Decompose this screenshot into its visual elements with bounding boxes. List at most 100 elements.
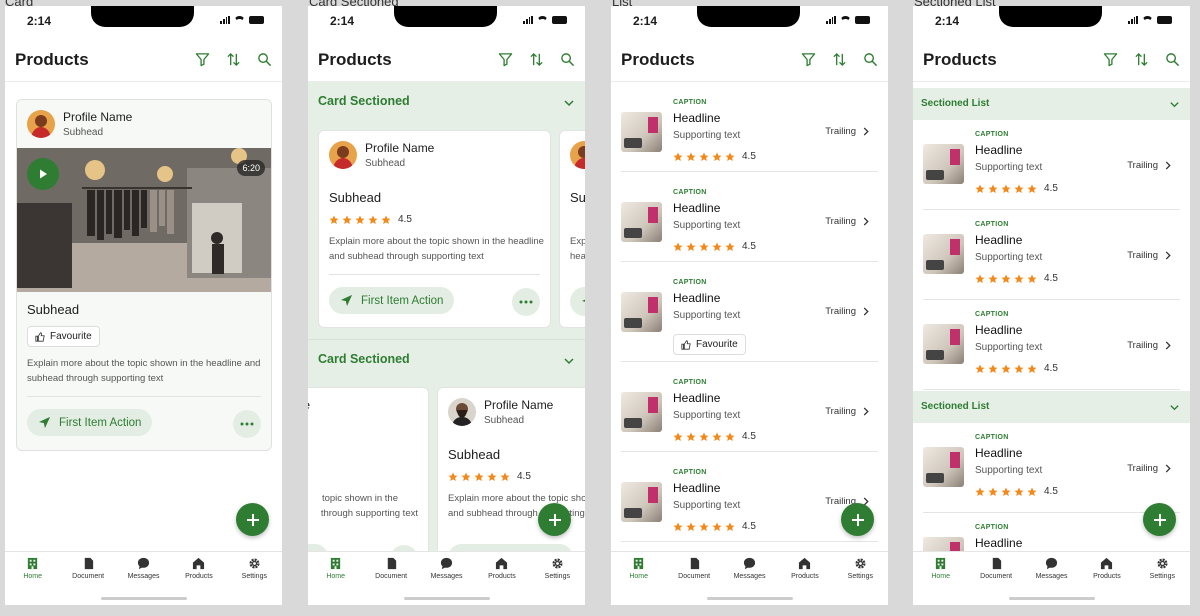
star-icon [1027, 487, 1037, 496]
item-supporting-text: Supporting text [673, 410, 741, 421]
list-item[interactable]: CAPTIONHeadlineSupporting text4.5Trailin… [621, 172, 878, 262]
list-item[interactable]: CAPTION Headline Supporting text Favourite T… [621, 262, 878, 362]
list-item[interactable]: CAPTIONHeadlineSupporting text4.5Trailin… [923, 120, 1180, 210]
add-fab[interactable] [538, 503, 571, 536]
document-icon [690, 557, 699, 570]
item-caption: CAPTION [673, 379, 707, 386]
favourite-chip[interactable]: Favourite [673, 334, 746, 355]
section-header[interactable]: Card Sectioned [308, 339, 585, 379]
add-fab[interactable] [1143, 503, 1176, 536]
tab-settings[interactable]: Settings [833, 552, 888, 605]
card-body-line: Exp [570, 236, 585, 247]
tab-settings[interactable]: Settings [530, 552, 585, 605]
tab-home[interactable]: Home [5, 552, 60, 605]
list: CAPTION Headline Supporting text 4.5 Trailin… [611, 82, 888, 557]
more-button[interactable] [512, 288, 540, 316]
tab-settings[interactable]: Settings [227, 552, 282, 605]
search-icon[interactable] [863, 52, 878, 67]
app-header: Products [611, 36, 888, 82]
section-title: Sectioned List [921, 401, 990, 412]
list-item[interactable]: CAPTIONHeadlineSupporting text4.5Trailin… [923, 300, 1180, 390]
section-card[interactable]: Profile Name Subhead Subhead 4.5 Explain… [318, 130, 551, 328]
item-headline: Headline [975, 323, 1023, 337]
list-item[interactable]: CAPTIONHeadlineSupporting text4.5Trailin… [923, 423, 1180, 513]
thumbnail-image [621, 482, 662, 522]
search-icon[interactable] [1165, 52, 1180, 67]
search-icon[interactable] [560, 52, 575, 67]
notch [394, 6, 497, 27]
chat-icon [743, 557, 756, 570]
section-header[interactable]: Sectioned List [913, 391, 1190, 423]
tab-settings[interactable]: Settings [1135, 552, 1190, 605]
page-title: Products [15, 50, 89, 69]
list-item[interactable]: CAPTIONHeadlineSupporting text4.5Trailin… [923, 210, 1180, 300]
thumbnail-image [621, 202, 662, 242]
favourite-chip[interactable]: Favourite [27, 326, 100, 347]
favourite-label: Favourite [50, 331, 92, 342]
card-body: Explain more about the topic shown in th… [329, 236, 544, 262]
star-icon [686, 522, 696, 531]
search-icon[interactable] [257, 52, 272, 67]
card-subhead: Subhead [27, 302, 80, 317]
section-carousel[interactable]: Profile Name Subhead Subhead 4.5 Explain… [308, 122, 585, 339]
list-item[interactable]: CAPTIONHeadlineSupporting text4.5Trailin… [621, 82, 878, 172]
sort-icon[interactable] [226, 52, 241, 67]
more-button[interactable] [233, 410, 261, 438]
item-headline: Headline [975, 143, 1023, 157]
star-icon [699, 522, 709, 531]
item-supporting-text: Supporting text [975, 252, 1043, 263]
star-icon [975, 184, 985, 193]
duration-badge: 6:20 [237, 160, 265, 176]
rating-value: 4.5 [742, 241, 756, 252]
chat-icon [1045, 557, 1058, 570]
notch [999, 6, 1102, 27]
tab-home[interactable]: Home [308, 552, 363, 605]
star-icon [975, 274, 985, 283]
tab-home[interactable]: Home [913, 552, 968, 605]
profile-subhead: Subhead [365, 158, 406, 169]
sort-icon[interactable] [1134, 52, 1149, 67]
rating: 4.5 [673, 151, 756, 162]
thumbs-up-icon [681, 339, 691, 350]
add-fab[interactable] [841, 503, 874, 536]
rating: 4.5 [673, 241, 756, 252]
filter-icon[interactable] [801, 52, 816, 67]
wifi-icon [234, 16, 245, 24]
star-icon [725, 242, 735, 251]
filter-icon[interactable] [195, 52, 210, 67]
section-card-partial[interactable]: e topic shown in the through supporting … [308, 387, 429, 557]
section-header[interactable]: Card Sectioned [308, 82, 585, 122]
filter-icon[interactable] [1103, 52, 1118, 67]
star-icon [686, 152, 696, 161]
first-action-button[interactable]: First Item Action [27, 409, 153, 436]
filter-icon[interactable] [498, 52, 513, 67]
card-body-line: topic shown in the [321, 493, 398, 504]
send-icon [581, 299, 585, 302]
signal-icon [220, 16, 230, 24]
rating: 4.5 [673, 431, 756, 442]
play-button[interactable] [27, 158, 59, 190]
first-action-button[interactable]: First Item Action [329, 287, 455, 314]
star-icon [673, 522, 683, 531]
tab-home[interactable]: Home [611, 552, 666, 605]
product-card[interactable]: Profile Name Subhead 6:20 Subhead Favour… [16, 99, 272, 451]
rating: 4.5 [975, 363, 1058, 374]
sort-icon[interactable] [529, 52, 544, 67]
first-action-button[interactable] [570, 287, 585, 316]
add-fab[interactable] [236, 503, 269, 536]
star-icon [712, 432, 722, 441]
chevron-right-icon [1165, 341, 1171, 350]
sort-icon[interactable] [832, 52, 847, 67]
list-item[interactable]: CAPTIONHeadlineSupporting text4.5Trailin… [621, 452, 878, 542]
section-card-partial[interactable]: Su Exp hea [559, 130, 585, 328]
building-icon [936, 557, 946, 570]
rating: 4.5 [975, 486, 1058, 497]
plus-icon [851, 513, 864, 526]
section-header[interactable]: Sectioned List [913, 88, 1190, 120]
phone-sectioned-list: 2:14 Products Sectioned List CAPTION Headl… [913, 6, 1190, 605]
item-trailing: Trailing [1127, 463, 1172, 474]
list-item[interactable]: CAPTIONHeadlineSupporting text4.5Trailin… [621, 362, 878, 452]
thumbs-up-icon [35, 331, 45, 342]
rating: 4.5 [975, 273, 1058, 284]
section-title: Card Sectioned [318, 94, 410, 108]
